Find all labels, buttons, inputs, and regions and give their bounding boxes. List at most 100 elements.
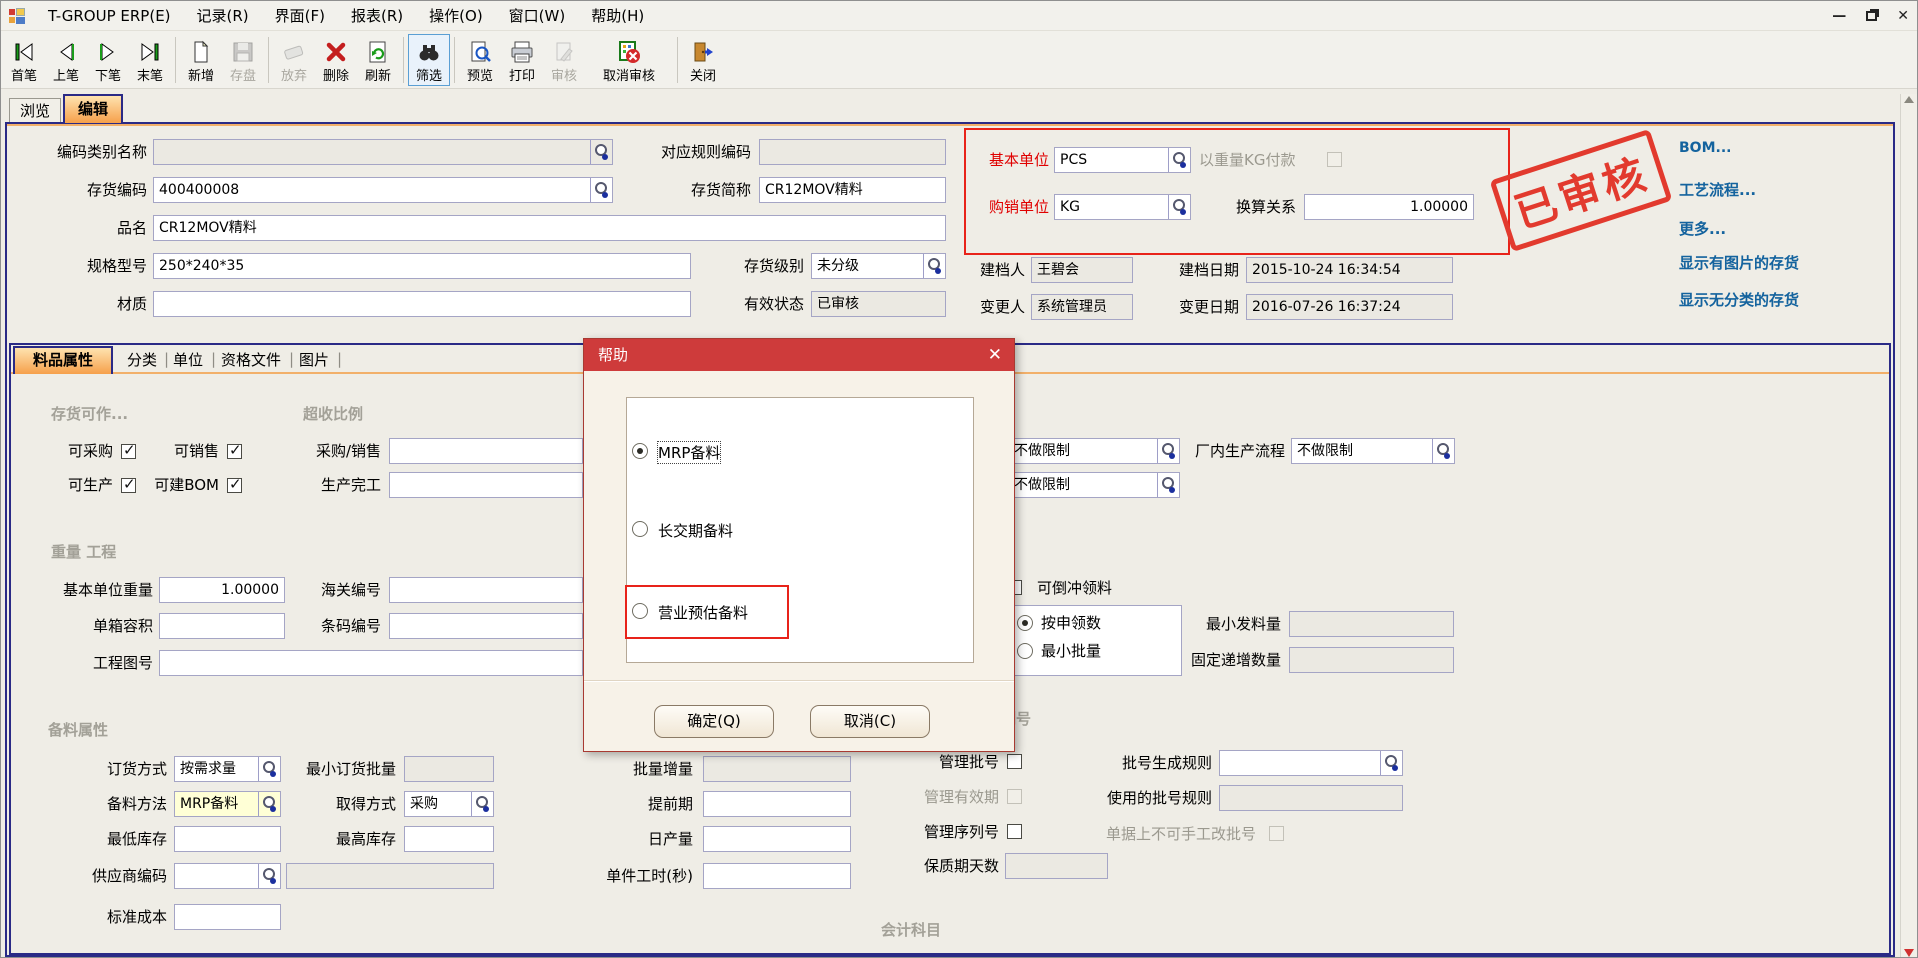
- min-order-field[interactable]: [404, 756, 494, 782]
- manage-lot-checkbox[interactable]: [1007, 754, 1022, 769]
- production-done-ratio-field[interactable]: [389, 472, 583, 498]
- unit-time-field[interactable]: [703, 863, 851, 889]
- tab-picture[interactable]: 图片: [299, 350, 329, 370]
- limit-field-1[interactable]: 不做限制: [1008, 438, 1180, 464]
- new-button[interactable]: 新增: [180, 34, 222, 86]
- limit-field-2[interactable]: 不做限制: [1008, 472, 1180, 498]
- daily-output-field[interactable]: [703, 826, 851, 852]
- batch-increment-field[interactable]: [703, 756, 851, 782]
- trade-unit-field[interactable]: KG: [1054, 194, 1191, 220]
- lookup-icon[interactable]: [590, 140, 612, 164]
- craft-flow-link[interactable]: 工艺流程...: [1679, 179, 1756, 200]
- more-link[interactable]: 更多...: [1679, 218, 1726, 239]
- menu-operation[interactable]: 操作(O): [416, 1, 496, 31]
- tab-edit[interactable]: 编辑: [63, 94, 123, 123]
- supplier-code-field[interactable]: [174, 863, 281, 889]
- cancel-audit-button[interactable]: 取消审核: [585, 34, 673, 86]
- lookup-icon[interactable]: [1168, 148, 1190, 172]
- restore-button[interactable]: [1866, 11, 1877, 21]
- min-batch-radio[interactable]: [1017, 643, 1033, 659]
- no-manual-lot-checkbox[interactable]: [1269, 826, 1284, 841]
- product-name-field[interactable]: CR12MOV精料: [153, 215, 946, 241]
- scroll-down-icon[interactable]: [1904, 949, 1914, 957]
- lookup-icon[interactable]: [471, 792, 493, 816]
- lookup-icon[interactable]: [258, 864, 280, 888]
- by-request-radio[interactable]: [1017, 615, 1033, 631]
- menu-report[interactable]: 报表(R): [338, 1, 416, 31]
- lot-rule-field[interactable]: [1219, 750, 1403, 776]
- sales-forecast-prep-radio[interactable]: [632, 603, 648, 619]
- prev-record-button[interactable]: 上笔: [45, 34, 87, 86]
- bom-link[interactable]: BOM...: [1679, 140, 1731, 156]
- manage-serial-checkbox[interactable]: [1007, 824, 1022, 839]
- ok-button[interactable]: 确定(Q): [654, 705, 774, 738]
- inventory-abbr-field[interactable]: CR12MOV精料: [759, 177, 946, 203]
- delete-button[interactable]: 删除: [315, 34, 357, 86]
- mrp-prep-option-label[interactable]: MRP备料: [658, 442, 720, 463]
- factory-flow-field[interactable]: 不做限制: [1291, 438, 1455, 464]
- pay-by-kg-checkbox[interactable]: [1327, 152, 1342, 167]
- coding-category-field[interactable]: [153, 139, 613, 165]
- lookup-icon[interactable]: [1157, 473, 1179, 497]
- tab-browse[interactable]: 浏览: [9, 98, 61, 123]
- scroll-up-icon[interactable]: [1904, 96, 1914, 103]
- discard-button[interactable]: 放弃: [273, 34, 315, 86]
- next-record-button[interactable]: 下笔: [87, 34, 129, 86]
- audit-button[interactable]: 审核: [543, 34, 585, 86]
- lookup-icon[interactable]: [590, 178, 612, 202]
- manage-expiry-checkbox[interactable]: [1007, 789, 1022, 804]
- base-unit-weight-field[interactable]: 1.00000: [159, 577, 285, 603]
- lead-time-field[interactable]: [703, 791, 851, 817]
- producible-checkbox[interactable]: [121, 478, 136, 493]
- help-dialog-titlebar[interactable]: 帮助: [584, 339, 1014, 371]
- minimize-button[interactable]: —: [1832, 9, 1846, 23]
- tab-category[interactable]: 分类: [127, 350, 157, 370]
- menu-app[interactable]: T-GROUP ERP(E): [35, 1, 184, 31]
- shelf-life-field[interactable]: [1005, 853, 1108, 879]
- base-unit-field[interactable]: PCS: [1054, 147, 1191, 173]
- show-with-images-link[interactable]: 显示有图片的存货: [1679, 252, 1799, 273]
- rule-code-field[interactable]: [759, 139, 946, 165]
- print-button[interactable]: 打印: [501, 34, 543, 86]
- close-button[interactable]: 关闭: [682, 34, 724, 86]
- tab-item-attributes[interactable]: 料品属性: [13, 346, 113, 374]
- lookup-icon[interactable]: [258, 792, 280, 816]
- last-record-button[interactable]: 末笔: [129, 34, 171, 86]
- conversion-field[interactable]: 1.00000: [1304, 194, 1474, 220]
- bomable-checkbox[interactable]: [227, 478, 242, 493]
- long-lead-prep-option-label[interactable]: 长交期备料: [658, 520, 733, 541]
- tab-qualification[interactable]: 资格文件: [221, 350, 281, 370]
- inventory-level-field[interactable]: 未分级: [811, 253, 946, 279]
- acquire-mode-field[interactable]: 采购: [404, 791, 494, 817]
- mrp-prep-radio[interactable]: [632, 443, 648, 459]
- purchasable-checkbox[interactable]: [121, 444, 136, 459]
- save-button[interactable]: 存盘: [222, 34, 264, 86]
- material-field[interactable]: [153, 291, 691, 317]
- refresh-button[interactable]: 刷新: [357, 34, 399, 86]
- lookup-icon[interactable]: [258, 757, 280, 781]
- order-mode-field[interactable]: 按需求量: [174, 756, 281, 782]
- min-issue-field[interactable]: [1289, 611, 1454, 637]
- inventory-code-field[interactable]: 400400008: [153, 177, 613, 203]
- fixed-increment-field[interactable]: [1289, 647, 1454, 673]
- box-volume-field[interactable]: [159, 613, 285, 639]
- sales-forecast-prep-option-label[interactable]: 营业预估备料: [658, 602, 748, 623]
- spec-field[interactable]: 250*240*35: [153, 253, 691, 279]
- tab-unit[interactable]: 单位: [173, 350, 203, 370]
- barcode-field[interactable]: [389, 613, 583, 639]
- cancel-button[interactable]: 取消(C): [810, 705, 930, 738]
- window-close-button[interactable]: ✕: [1897, 9, 1909, 23]
- purchase-sale-ratio-field[interactable]: [389, 438, 583, 464]
- sellable-checkbox[interactable]: [227, 444, 242, 459]
- lookup-icon[interactable]: [1157, 439, 1179, 463]
- dialog-close-icon[interactable]: ✕: [988, 344, 1002, 366]
- menu-interface[interactable]: 界面(F): [262, 1, 338, 31]
- menu-window[interactable]: 窗口(W): [496, 1, 579, 31]
- preview-button[interactable]: 预览: [459, 34, 501, 86]
- drawing-no-field[interactable]: [159, 650, 583, 676]
- filter-button[interactable]: 筛选: [408, 34, 450, 86]
- customs-code-field[interactable]: [389, 577, 583, 603]
- menu-record[interactable]: 记录(R): [184, 1, 262, 31]
- min-stock-field[interactable]: [174, 826, 281, 852]
- prep-method-field[interactable]: MRP备料: [174, 791, 281, 817]
